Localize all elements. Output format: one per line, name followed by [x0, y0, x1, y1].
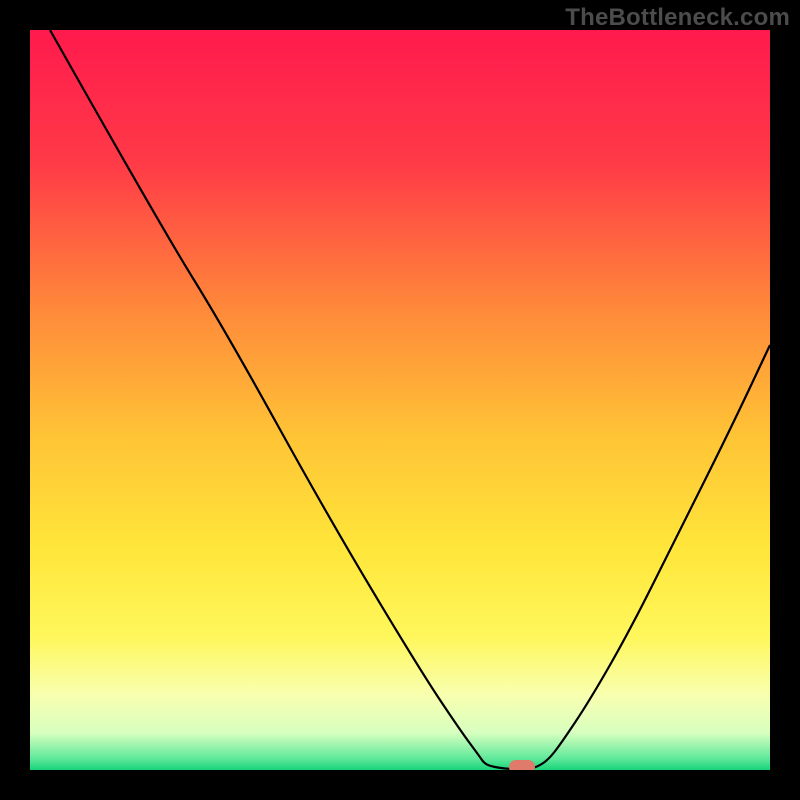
- chart-frame: TheBottleneck.com: [0, 0, 800, 800]
- bottleneck-curve-path: [50, 30, 770, 769]
- plot-area: [30, 30, 770, 770]
- watermark-text: TheBottleneck.com: [565, 4, 790, 32]
- bottleneck-curve: [30, 30, 770, 770]
- optimal-point-marker: [509, 760, 535, 770]
